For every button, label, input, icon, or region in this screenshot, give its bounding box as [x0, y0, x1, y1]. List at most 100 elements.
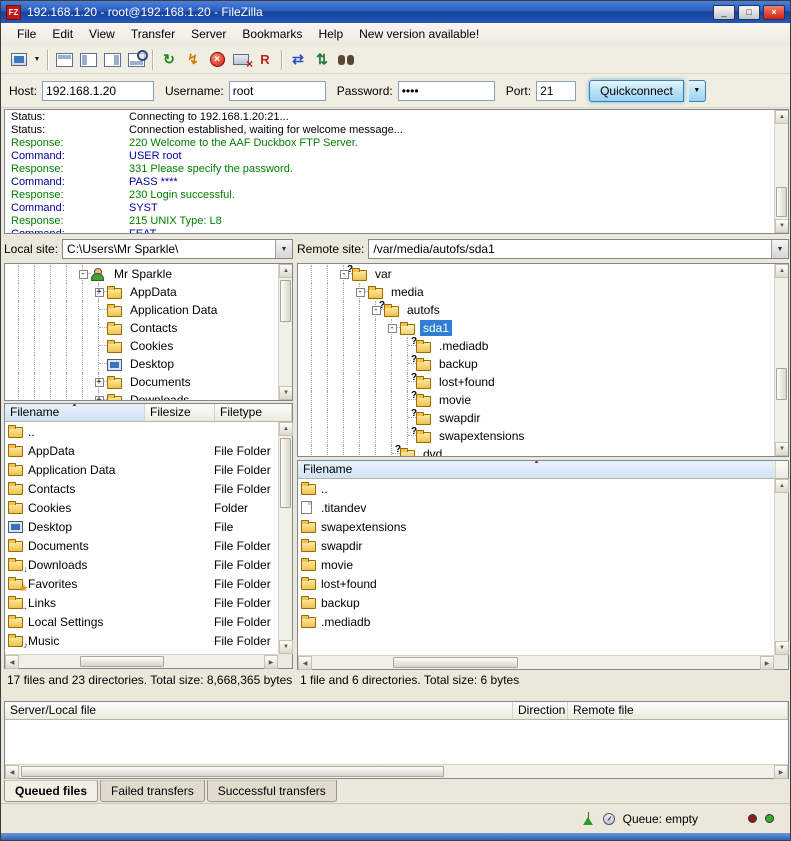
- username-input[interactable]: [229, 81, 326, 101]
- process-queue-button[interactable]: ↯: [181, 49, 205, 71]
- tree-item[interactable]: -?var: [304, 265, 774, 283]
- column-header-server-local-file[interactable]: Server/Local file: [5, 702, 513, 719]
- titlebar[interactable]: FZ 192.168.1.20 - root@192.168.1.20 - Fi…: [1, 1, 790, 23]
- file-row[interactable]: DocumentsFile Folder: [5, 536, 278, 555]
- toggle-message-log-button[interactable]: [52, 49, 76, 71]
- scroll-up-icon[interactable]: ▲: [279, 264, 293, 278]
- scroll-left-icon[interactable]: ◀: [5, 765, 19, 779]
- scroll-down-icon[interactable]: ▼: [775, 442, 789, 456]
- scroll-up-icon[interactable]: ▲: [279, 422, 293, 436]
- scroll-down-icon[interactable]: ▼: [279, 386, 293, 400]
- remote-list-hscrollbar[interactable]: ◀ ▶: [298, 655, 774, 669]
- local-list-hscrollbar[interactable]: ◀ ▶: [5, 654, 278, 668]
- queue-hscrollbar[interactable]: ◀ ▶: [5, 764, 788, 778]
- toggle-local-tree-button[interactable]: [76, 49, 100, 71]
- tree-item[interactable]: Application Data: [11, 301, 278, 319]
- scroll-left-icon[interactable]: ◀: [5, 655, 19, 669]
- file-row[interactable]: Application DataFile Folder: [5, 460, 278, 479]
- toggle-remote-tree-button[interactable]: [100, 49, 124, 71]
- quickconnect-button[interactable]: Quickconnect: [589, 80, 684, 102]
- scrollbar-thumb[interactable]: [80, 656, 163, 667]
- reconnect-button[interactable]: R: [253, 49, 277, 71]
- site-manager-button[interactable]: [7, 49, 31, 71]
- menu-item-transfer[interactable]: Transfer: [123, 23, 183, 46]
- minimize-button[interactable]: _: [713, 5, 735, 20]
- tree-item[interactable]: ?dvd: [304, 445, 774, 456]
- column-header-filename[interactable]: Filename▲: [298, 461, 776, 478]
- file-row[interactable]: DesktopFile: [5, 517, 278, 536]
- tree-item[interactable]: +Documents: [11, 373, 278, 391]
- close-button[interactable]: ×: [763, 5, 785, 20]
- column-header-filesize[interactable]: Filesize: [145, 404, 215, 421]
- column-header-filetype[interactable]: Filetype: [215, 404, 292, 421]
- toggle-transfer-queue-button[interactable]: [124, 49, 148, 71]
- scroll-down-icon[interactable]: ▼: [775, 641, 789, 655]
- file-row[interactable]: →LinksFile Folder: [5, 593, 278, 612]
- dropdown-icon[interactable]: ▼: [771, 240, 788, 258]
- file-row[interactable]: ContactsFile Folder: [5, 479, 278, 498]
- quickconnect-dropdown-button[interactable]: ▼: [689, 80, 706, 102]
- refresh-button[interactable]: ↻: [157, 49, 181, 71]
- local-site-combo[interactable]: C:\Users\Mr Sparkle\ ▼: [62, 239, 293, 259]
- file-row[interactable]: backup: [298, 593, 774, 612]
- tree-item[interactable]: -media: [304, 283, 774, 301]
- file-row[interactable]: ..: [5, 422, 278, 441]
- site-manager-dropdown-button[interactable]: ▼: [31, 49, 43, 71]
- password-input[interactable]: [398, 81, 495, 101]
- file-row[interactable]: ★FavoritesFile Folder: [5, 574, 278, 593]
- collapse-icon[interactable]: -: [79, 270, 88, 279]
- scrollbar-thumb[interactable]: [776, 187, 787, 217]
- file-row[interactable]: Local SettingsFile Folder: [5, 612, 278, 631]
- expand-icon[interactable]: +: [95, 396, 104, 401]
- local-list-vscrollbar[interactable]: ▲ ▼: [278, 422, 292, 654]
- directory-comparison-button[interactable]: ⇄: [286, 49, 310, 71]
- scrollbar-thumb[interactable]: [776, 368, 787, 400]
- tree-item[interactable]: -Mr Sparkle: [11, 265, 278, 283]
- scroll-down-icon[interactable]: ▼: [775, 219, 789, 233]
- column-header-direction[interactable]: Direction: [513, 702, 568, 719]
- tree-item[interactable]: Contacts: [11, 319, 278, 337]
- tree-item[interactable]: ?swapdir: [304, 409, 774, 427]
- menu-item-new-version-available[interactable]: New version available!: [351, 23, 487, 46]
- tree-item[interactable]: -?autofs: [304, 301, 774, 319]
- expand-icon[interactable]: +: [95, 288, 104, 297]
- scroll-up-icon[interactable]: ▲: [775, 479, 789, 493]
- file-row[interactable]: movie: [298, 555, 774, 574]
- scroll-right-icon[interactable]: ▶: [774, 765, 788, 779]
- menu-item-bookmarks[interactable]: Bookmarks: [234, 23, 310, 46]
- local-tree-scrollbar[interactable]: ▲ ▼: [278, 264, 292, 400]
- tree-item[interactable]: ?swapextensions: [304, 427, 774, 445]
- tree-item[interactable]: ?.mediadb: [304, 337, 774, 355]
- scroll-up-icon[interactable]: ▲: [775, 110, 789, 124]
- column-header-remote-file[interactable]: Remote file: [568, 702, 788, 719]
- scroll-up-icon[interactable]: ▲: [775, 264, 789, 278]
- log-scrollbar[interactable]: ▲ ▼: [774, 110, 788, 233]
- remote-list-vscrollbar[interactable]: ▲ ▼: [774, 479, 788, 655]
- file-row[interactable]: lost+found: [298, 574, 774, 593]
- tab-failed-transfers[interactable]: Failed transfers: [100, 780, 205, 802]
- tree-item[interactable]: Desktop: [11, 355, 278, 373]
- remote-tree-scrollbar[interactable]: ▲ ▼: [774, 264, 788, 456]
- file-row[interactable]: swapextensions: [298, 517, 774, 536]
- port-input[interactable]: [536, 81, 576, 101]
- scrollbar-thumb[interactable]: [393, 657, 518, 668]
- tree-item[interactable]: +Downloads: [11, 391, 278, 400]
- scroll-right-icon[interactable]: ▶: [760, 656, 774, 670]
- dropdown-icon[interactable]: ▼: [275, 240, 292, 258]
- column-header-filename[interactable]: Filename▲: [5, 404, 145, 421]
- tab-successful-transfers[interactable]: Successful transfers: [207, 780, 337, 802]
- menu-item-view[interactable]: View: [81, 23, 123, 46]
- tree-item[interactable]: ?movie: [304, 391, 774, 409]
- maximize-button[interactable]: □: [738, 5, 760, 20]
- tree-item[interactable]: -sda1: [304, 319, 774, 337]
- file-row[interactable]: ♪MusicFile Folder: [5, 631, 278, 650]
- file-row[interactable]: AppDataFile Folder: [5, 441, 278, 460]
- menu-item-file[interactable]: File: [9, 23, 44, 46]
- tree-item[interactable]: ?backup: [304, 355, 774, 373]
- file-row[interactable]: .titandev: [298, 498, 774, 517]
- scroll-right-icon[interactable]: ▶: [264, 655, 278, 669]
- file-row[interactable]: CookiesFolder: [5, 498, 278, 517]
- scroll-down-icon[interactable]: ▼: [279, 640, 293, 654]
- scroll-left-icon[interactable]: ◀: [298, 656, 312, 670]
- collapse-icon[interactable]: -: [356, 288, 365, 297]
